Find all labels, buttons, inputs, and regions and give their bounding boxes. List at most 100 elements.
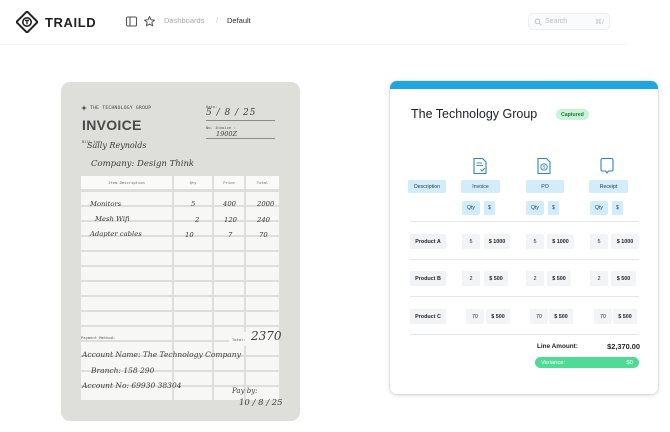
row-divider <box>410 334 639 335</box>
po-qty-subheader: Qty <box>526 201 544 215</box>
paper-col-header: Price <box>214 176 244 189</box>
paper-row-item: Adapter cables <box>90 230 142 238</box>
paper-row-item: Mesh Wifi <box>95 215 130 223</box>
product-c-po-qty: 70 <box>530 309 548 324</box>
paper-total-label: Total: <box>232 337 246 342</box>
product-b-invoice-qty: 2 <box>462 271 480 286</box>
paper-date-value: 5 / 8 / 25 <box>206 108 257 118</box>
variance-value: $0 <box>626 359 633 366</box>
receipt-qty-subheader: Qty <box>590 201 608 215</box>
search-input[interactable]: Search ⌘/ <box>528 13 610 30</box>
paper-table-cell <box>214 267 244 280</box>
paper-company: Company: Design Think <box>91 159 195 169</box>
paper-account-name: Account Name: The Technology Company <box>82 350 241 359</box>
product-b-receipt-qty: 2 <box>590 271 608 286</box>
paper-table-cell <box>246 252 279 265</box>
header-divider <box>0 44 625 45</box>
product-c-invoice-amount: $ 500 <box>486 309 510 324</box>
paper-table-cell <box>214 252 244 265</box>
paper-table-cell <box>174 207 212 220</box>
paper-table-cell <box>214 312 244 325</box>
description-header: Description <box>408 180 446 193</box>
po-column-header: PO <box>526 180 564 193</box>
paper-table-cell <box>246 282 279 295</box>
sidebar-toggle-icon[interactable] <box>125 15 138 28</box>
paper-table-cell <box>174 312 212 325</box>
paper-table-cell <box>214 297 244 310</box>
product-a-receipt-qty: 5 <box>590 234 608 249</box>
star-icon[interactable] <box>143 15 156 28</box>
product-b-receipt-amount: $ 500 <box>611 271 636 286</box>
row-divider <box>410 259 639 260</box>
paper-invoice-title: INVOICE <box>82 117 142 133</box>
paper-table-cell <box>246 297 279 310</box>
product-a-invoice-qty: 5 <box>462 234 480 249</box>
captured-status-badge: Captured <box>556 109 589 120</box>
paper-invoice-no-value: 1900Z <box>216 130 238 138</box>
top-bar: TRAILD Dashboards / Default Search ⌘/ <box>0 0 670 44</box>
paper-table-cell <box>81 267 172 280</box>
app-brand-name: TRAILD <box>45 14 97 30</box>
row-divider <box>410 221 639 222</box>
paper-row-qty: 10 <box>185 231 194 239</box>
card-title: The Technology Group <box>411 107 538 121</box>
receipt-column-header: Receipt <box>589 180 628 193</box>
invoice-doc-icon <box>473 157 487 175</box>
paper-row-item: Monitors <box>90 200 122 208</box>
paper-brand-text: THE TECHNOLOGY GROUP <box>90 105 152 111</box>
po-doc-icon: $ <box>537 157 551 175</box>
paper-paid-date: 10 / 8 / 25 <box>239 398 283 408</box>
paper-table-cell <box>81 312 172 325</box>
paper-table-cell <box>174 252 212 265</box>
paper-col-header: Item Description <box>81 176 172 189</box>
product-b-label: Product B <box>410 271 446 286</box>
product-c-label: Product C <box>410 309 446 324</box>
paper-total-value: 2370 <box>251 329 282 343</box>
product-c-po-amount: $ 500 <box>549 309 573 324</box>
product-c-invoice-qty: 70 <box>466 309 484 324</box>
paper-col-header: Total <box>246 176 279 189</box>
product-b-invoice-amount: $ 500 <box>484 271 508 286</box>
paper-table-cell <box>81 237 172 250</box>
search-placeholder: Search <box>545 18 568 25</box>
variance-label: Variance: <box>541 359 566 366</box>
product-a-invoice-amount: $ 1000 <box>484 234 510 249</box>
row-divider <box>410 296 639 297</box>
paper-table-cell <box>174 297 212 310</box>
paper-bill-to-name: Sally Reynolds <box>87 141 147 150</box>
paper-account-no: Account No: 69930 38304 <box>82 381 182 390</box>
paper-table-cell <box>174 282 212 295</box>
paper-row-price: 400 <box>223 200 236 208</box>
paper-row-total: 2000 <box>257 200 275 208</box>
app-logo[interactable]: TRAILD <box>16 11 96 33</box>
paper-table-cell <box>214 282 244 295</box>
product-b-po-qty: 2 <box>526 271 544 286</box>
product-a-po-amount: $ 1000 <box>547 234 574 249</box>
receipt-doc-icon <box>600 157 614 174</box>
traild-logo-icon <box>16 11 38 33</box>
breadcrumb-dashboards[interactable]: Dashboards <box>164 16 204 25</box>
product-b-po-amount: $ 500 <box>547 271 571 286</box>
search-icon <box>534 18 542 26</box>
digital-invoice-card: The Technology Group Captured $ Descript… <box>390 81 658 394</box>
paper-table-cell <box>246 267 279 280</box>
paper-invno-underline <box>206 138 275 139</box>
paper-invoice-image: THE TECHNOLOGY GROUP INVOICE Date: 5 / 8… <box>61 82 300 421</box>
paper-table-cell <box>174 327 212 340</box>
paper-row-qty: 5 <box>191 200 196 208</box>
svg-text:$: $ <box>543 165 546 170</box>
variance-bar: Variance: $0 <box>535 357 639 368</box>
paper-payment-label: Payment Method: <box>81 335 116 340</box>
paper-col-header: Qty <box>174 176 212 189</box>
invoice-column-header: Invoice <box>461 180 500 193</box>
product-c-receipt-amount: $ 500 <box>613 309 637 324</box>
invoice-amount-subheader: $ <box>484 201 495 215</box>
paper-table-cell <box>174 267 212 280</box>
breadcrumb-current: Default <box>227 16 251 25</box>
paper-table-cell <box>246 312 279 325</box>
paper-row-price: 120 <box>224 216 237 224</box>
product-a-receipt-amount: $ 1000 <box>611 234 639 249</box>
paper-brand: THE TECHNOLOGY GROUP <box>81 105 151 111</box>
line-amount-label: Line Amount: <box>537 343 578 350</box>
paper-row-price: 7 <box>228 231 233 239</box>
